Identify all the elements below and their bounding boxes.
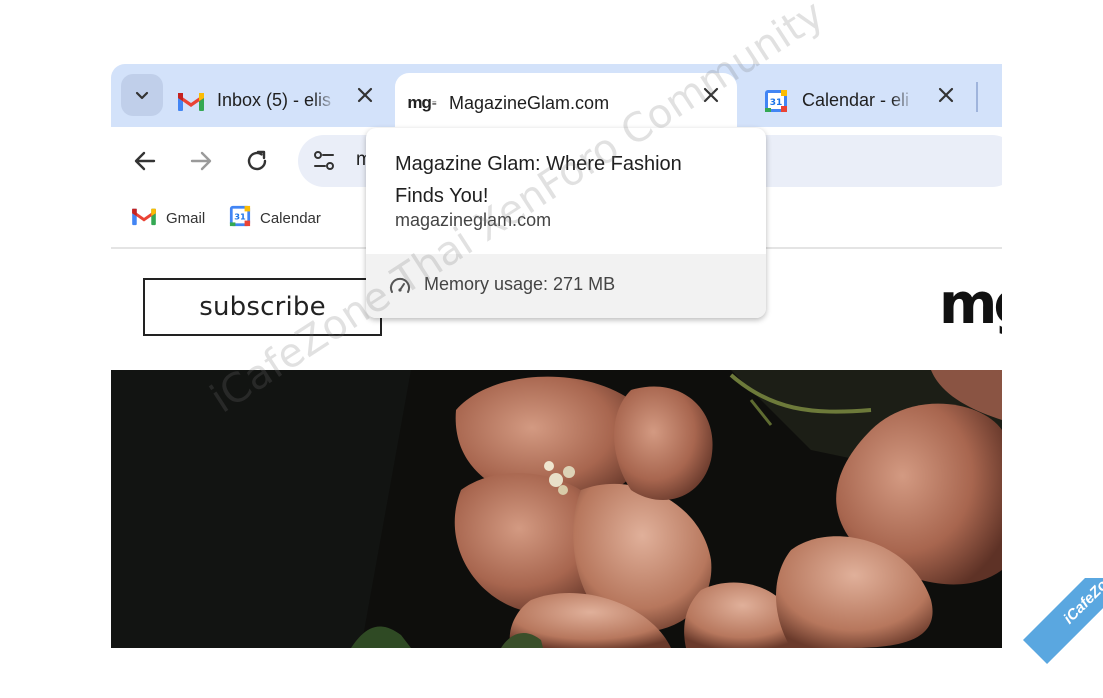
close-tab-icon[interactable]: [353, 83, 377, 107]
tab-calendar[interactable]: 31 Calendar - eli: [762, 74, 958, 127]
tab-title: Calendar - eli: [802, 90, 910, 110]
bookmark-label: Calendar: [260, 209, 321, 227]
tab-strip: Inbox (5) - elis mg ≡ MagazineGlam.com 3…: [111, 64, 1002, 133]
site-logo[interactable]: mg: [939, 277, 1002, 333]
site-settings-icon[interactable]: [312, 149, 336, 173]
tab-search-button[interactable]: [121, 74, 163, 116]
chevron-down-icon: [135, 91, 149, 100]
calendar-icon: 31: [229, 205, 251, 232]
svg-text:31: 31: [234, 211, 246, 221]
hero-image: [111, 370, 1002, 648]
bookmark-gmail[interactable]: Gmail: [131, 205, 205, 231]
forward-button[interactable]: [187, 147, 215, 175]
arrow-left-icon: [134, 151, 156, 171]
reload-button[interactable]: [243, 147, 271, 175]
arrow-right-icon: [190, 151, 212, 171]
close-tab-icon[interactable]: [934, 83, 958, 107]
calendar-icon: 31: [762, 87, 790, 115]
bookmark-label: Gmail: [166, 209, 206, 227]
svg-text:31: 31: [770, 98, 783, 108]
bookmark-calendar[interactable]: 31 Calendar: [229, 205, 321, 231]
reload-icon: [247, 150, 267, 171]
gmail-icon: [131, 206, 157, 231]
back-button[interactable]: [131, 147, 159, 175]
mg-favicon-icon: mg ≡: [407, 93, 437, 112]
tab-title: MagazineGlam.com: [449, 92, 610, 113]
corner-badge-text: iCafeZone: [1059, 578, 1103, 628]
memory-usage-text: Memory usage: 271 MB: [424, 274, 616, 294]
tab-title: Inbox (5) - elis: [217, 90, 332, 110]
tab-inbox[interactable]: Inbox (5) - elis: [177, 74, 377, 127]
gmail-icon: [177, 87, 205, 115]
tab-separator: [976, 82, 978, 112]
corner-badge: iCafeZone: [983, 578, 1103, 698]
